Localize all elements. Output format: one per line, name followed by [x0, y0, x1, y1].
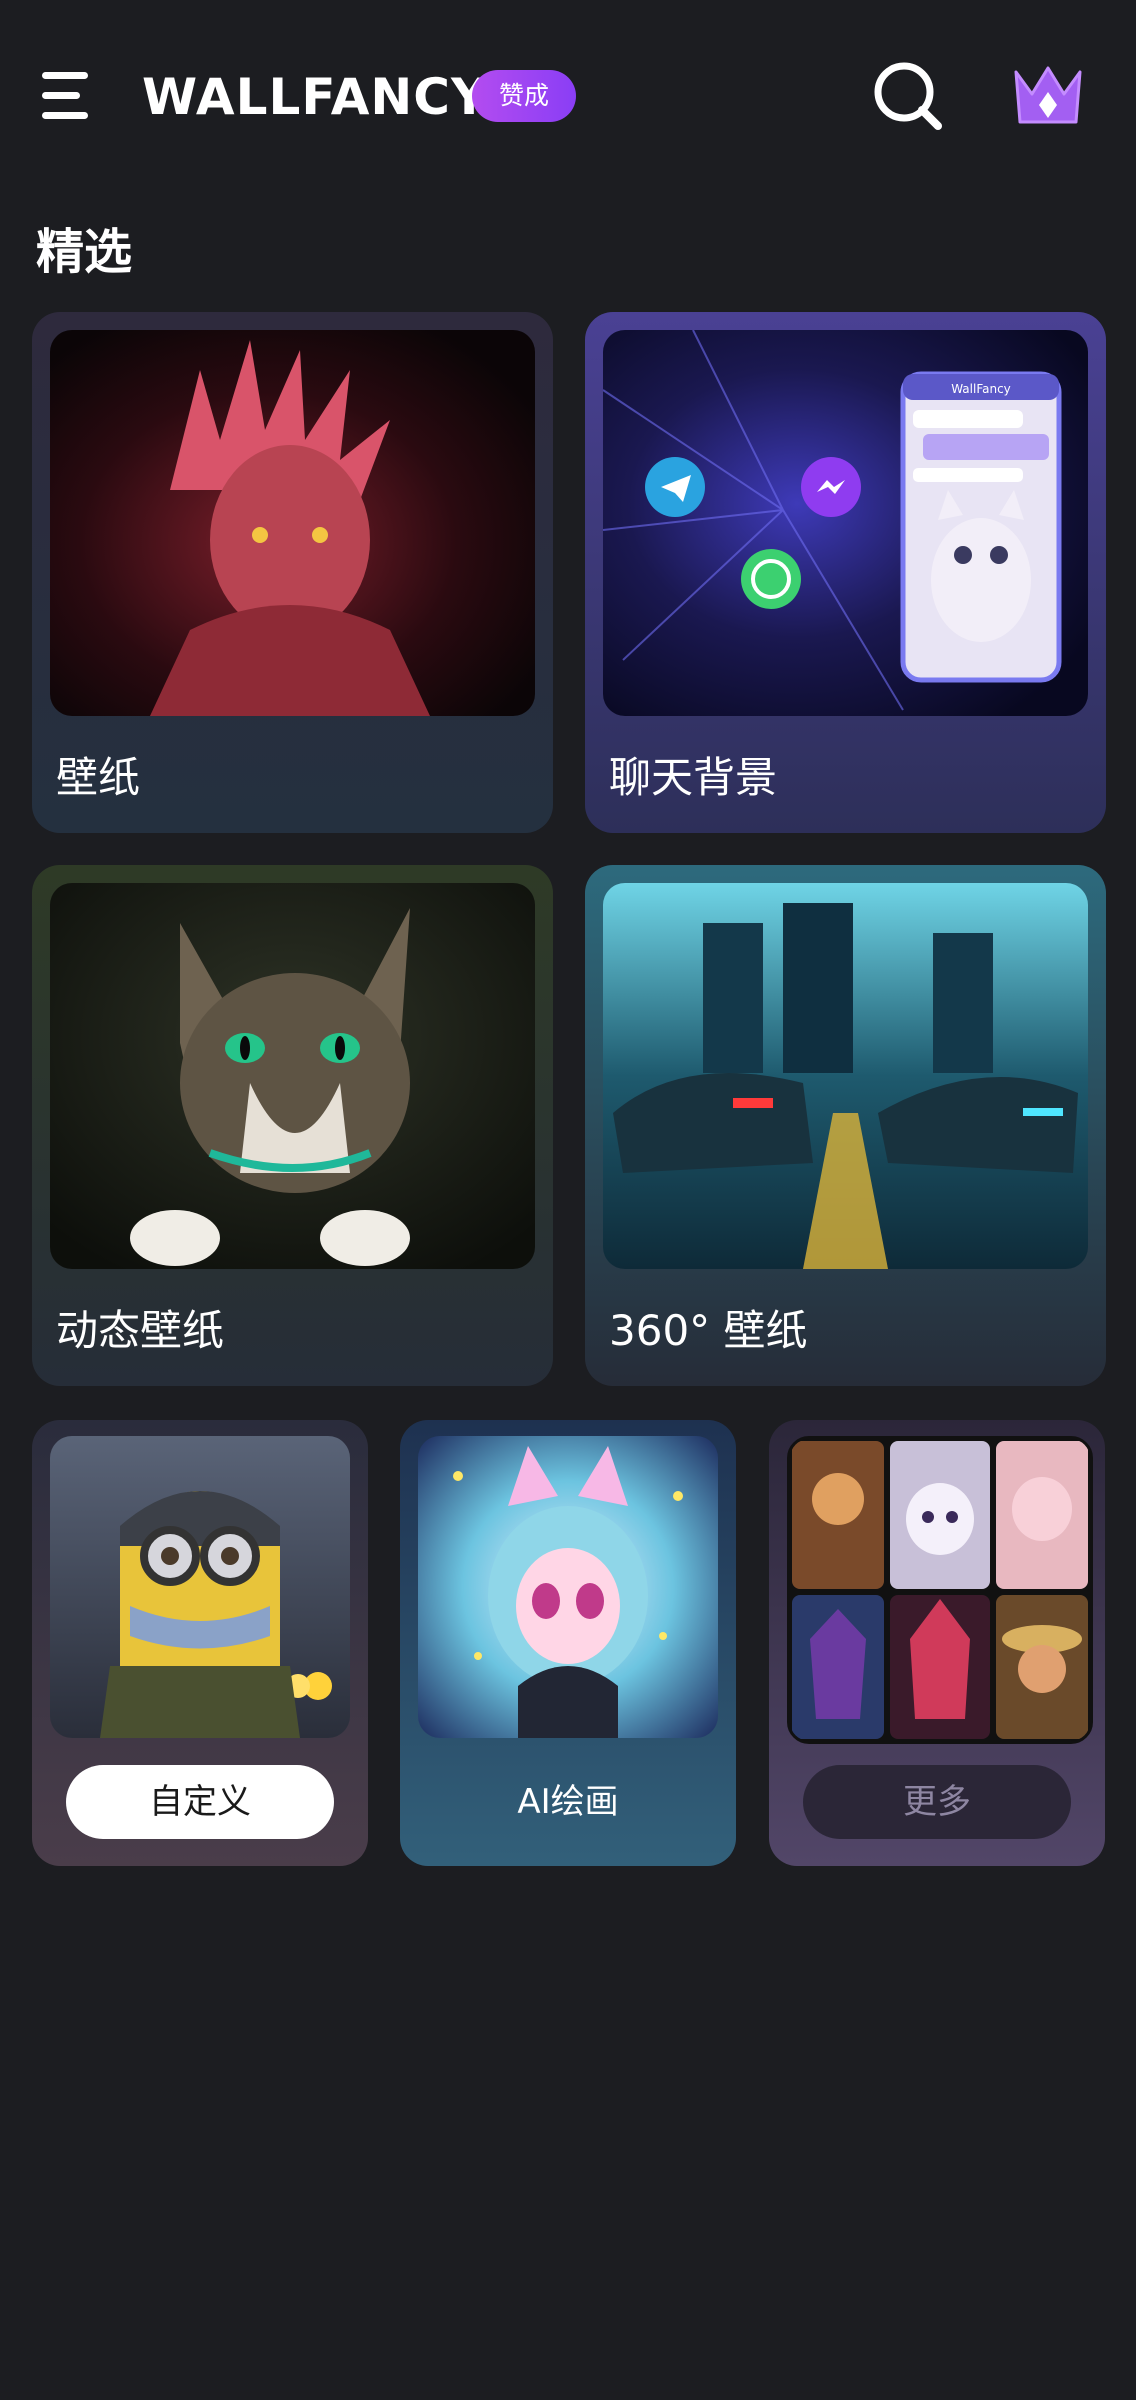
search-icon[interactable]: [870, 58, 946, 134]
more-button[interactable]: 更多: [803, 1765, 1071, 1839]
app-logo: WALLFANCY: [142, 68, 489, 126]
wallpaper-360-label: 360° 壁纸: [609, 1306, 808, 1355]
wallpaper-360-card[interactable]: 360° 壁纸: [585, 865, 1106, 1386]
live-wallpaper-thumbnail: [50, 883, 535, 1269]
wallpaper-label: 壁纸: [56, 753, 141, 802]
pro-badge[interactable]: 赞成: [472, 70, 576, 122]
more-thumbnail: [787, 1436, 1093, 1744]
custom-thumbnail: [50, 1436, 350, 1738]
wallpaper-360-thumbnail: [603, 883, 1088, 1269]
live-wallpaper-label: 动态壁纸: [56, 1306, 225, 1355]
top-bar: WALLFANCY 赞成: [0, 0, 1136, 190]
chat-background-label: 聊天背景: [609, 753, 778, 802]
section-title: 精选: [36, 224, 133, 280]
wallpaper-thumbnail: [50, 330, 535, 716]
chat-background-card[interactable]: WallFancy 聊天背景: [585, 312, 1106, 833]
custom-button[interactable]: 自定义: [66, 1765, 334, 1839]
crown-icon[interactable]: [1010, 62, 1086, 132]
ai-painting-thumbnail: [418, 1436, 718, 1738]
ai-painting-card[interactable]: AI绘画: [400, 1420, 736, 1866]
more-card[interactable]: 更多: [769, 1420, 1105, 1866]
chat-background-thumbnail: WallFancy: [603, 330, 1088, 716]
live-wallpaper-card[interactable]: 动态壁纸: [32, 865, 553, 1386]
phone-title: WallFancy: [951, 382, 1011, 396]
custom-card[interactable]: 自定义: [32, 1420, 368, 1866]
wallpaper-card[interactable]: 壁纸: [32, 312, 553, 833]
menu-icon[interactable]: [38, 66, 98, 126]
ai-painting-label: AI绘画: [517, 1782, 619, 1822]
